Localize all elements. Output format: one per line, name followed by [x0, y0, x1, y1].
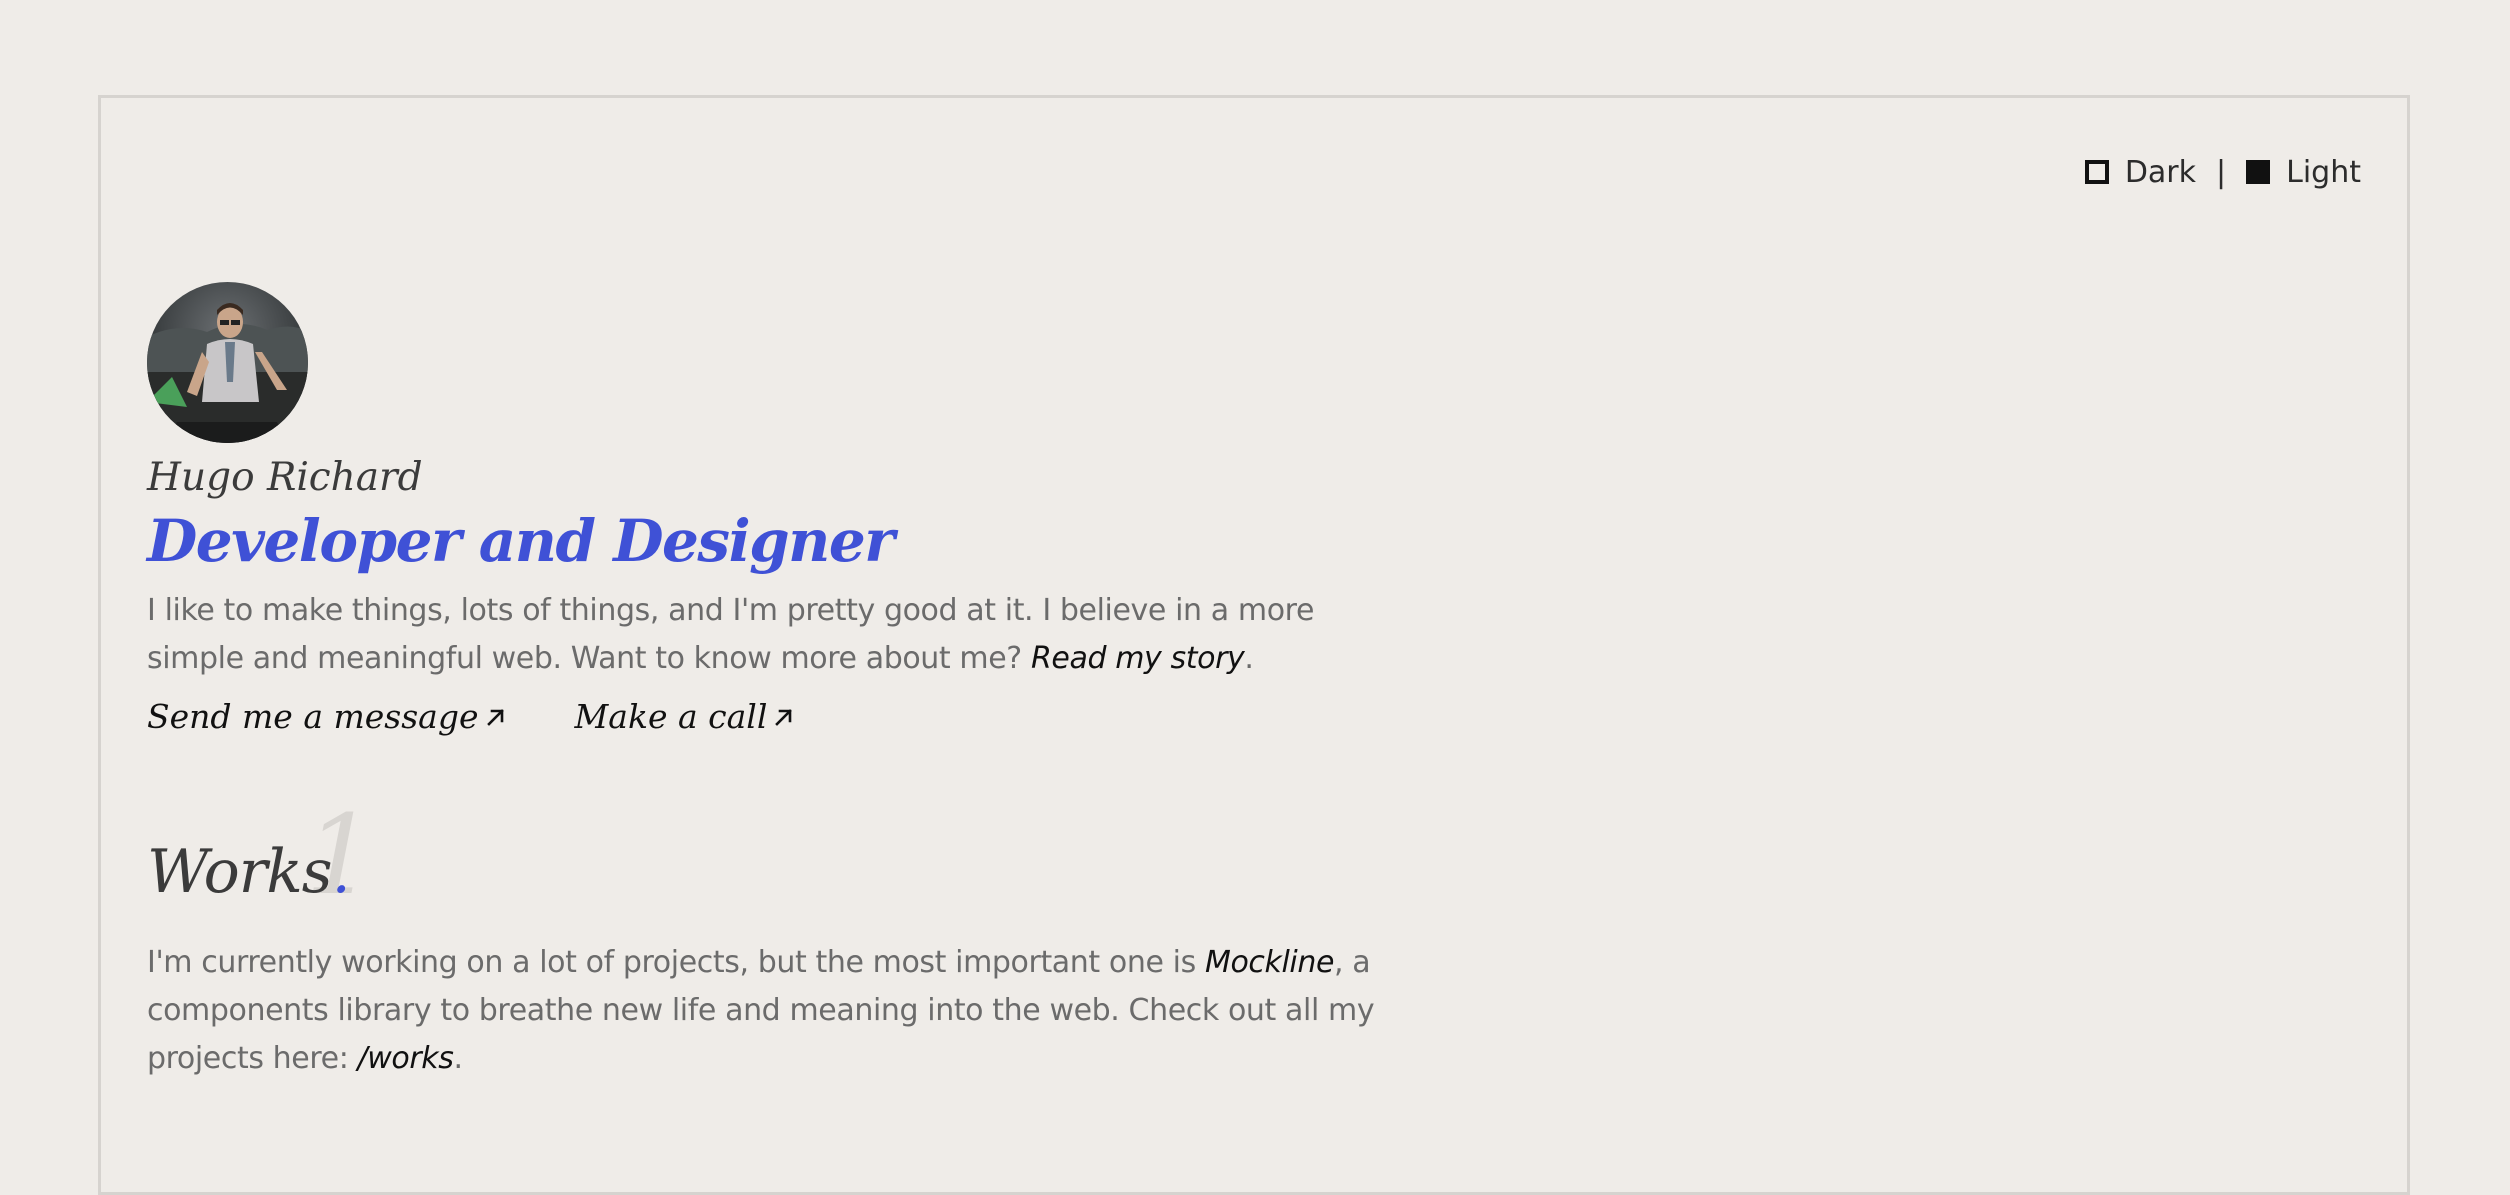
- arrow-up-right-icon: [775, 708, 793, 726]
- read-story-link[interactable]: Read my story: [1031, 641, 1245, 676]
- theme-toggle: Dark | Light: [2084, 152, 2361, 192]
- avatar-photo: [147, 282, 308, 443]
- contact-links: Send me a message Make a call: [147, 697, 795, 736]
- send-message-link[interactable]: Send me a message: [147, 697, 507, 736]
- works-title: Works.: [147, 842, 351, 902]
- intro-text-end: .: [1244, 641, 1254, 676]
- works-text-end: .: [453, 1041, 463, 1076]
- theme-dark-label: Dark: [2124, 154, 2197, 190]
- theme-light-option[interactable]: Light: [2246, 155, 2361, 190]
- works-title-dot: .: [331, 837, 351, 907]
- square-filled-icon: [2246, 160, 2271, 184]
- intro-paragraph: I like to make things, lots of things, a…: [147, 587, 1347, 683]
- works-link[interactable]: /works: [358, 1041, 454, 1076]
- works-paragraph: I'm currently working on a lot of projec…: [147, 939, 1377, 1083]
- avatar: [147, 282, 308, 443]
- make-call-label: Make a call: [574, 697, 768, 736]
- mockline-link[interactable]: Mockline: [1205, 945, 1334, 980]
- send-message-label: Send me a message: [147, 697, 479, 736]
- works-title-text: Works: [147, 837, 333, 907]
- theme-dark-option[interactable]: Dark: [2084, 154, 2197, 190]
- profile-name: Hugo Richard: [147, 455, 423, 500]
- works-heading: 1 Works.: [147, 800, 447, 920]
- arrow-up-right-icon: [486, 708, 504, 726]
- profile-role: Developer and Designer: [147, 507, 895, 575]
- works-text: I'm currently working on a lot of projec…: [147, 945, 1205, 980]
- theme-light-label: Light: [2286, 154, 2361, 190]
- make-call-link[interactable]: Make a call: [575, 697, 796, 736]
- square-outline-icon: [2084, 160, 2109, 184]
- theme-separator: |: [2216, 154, 2227, 190]
